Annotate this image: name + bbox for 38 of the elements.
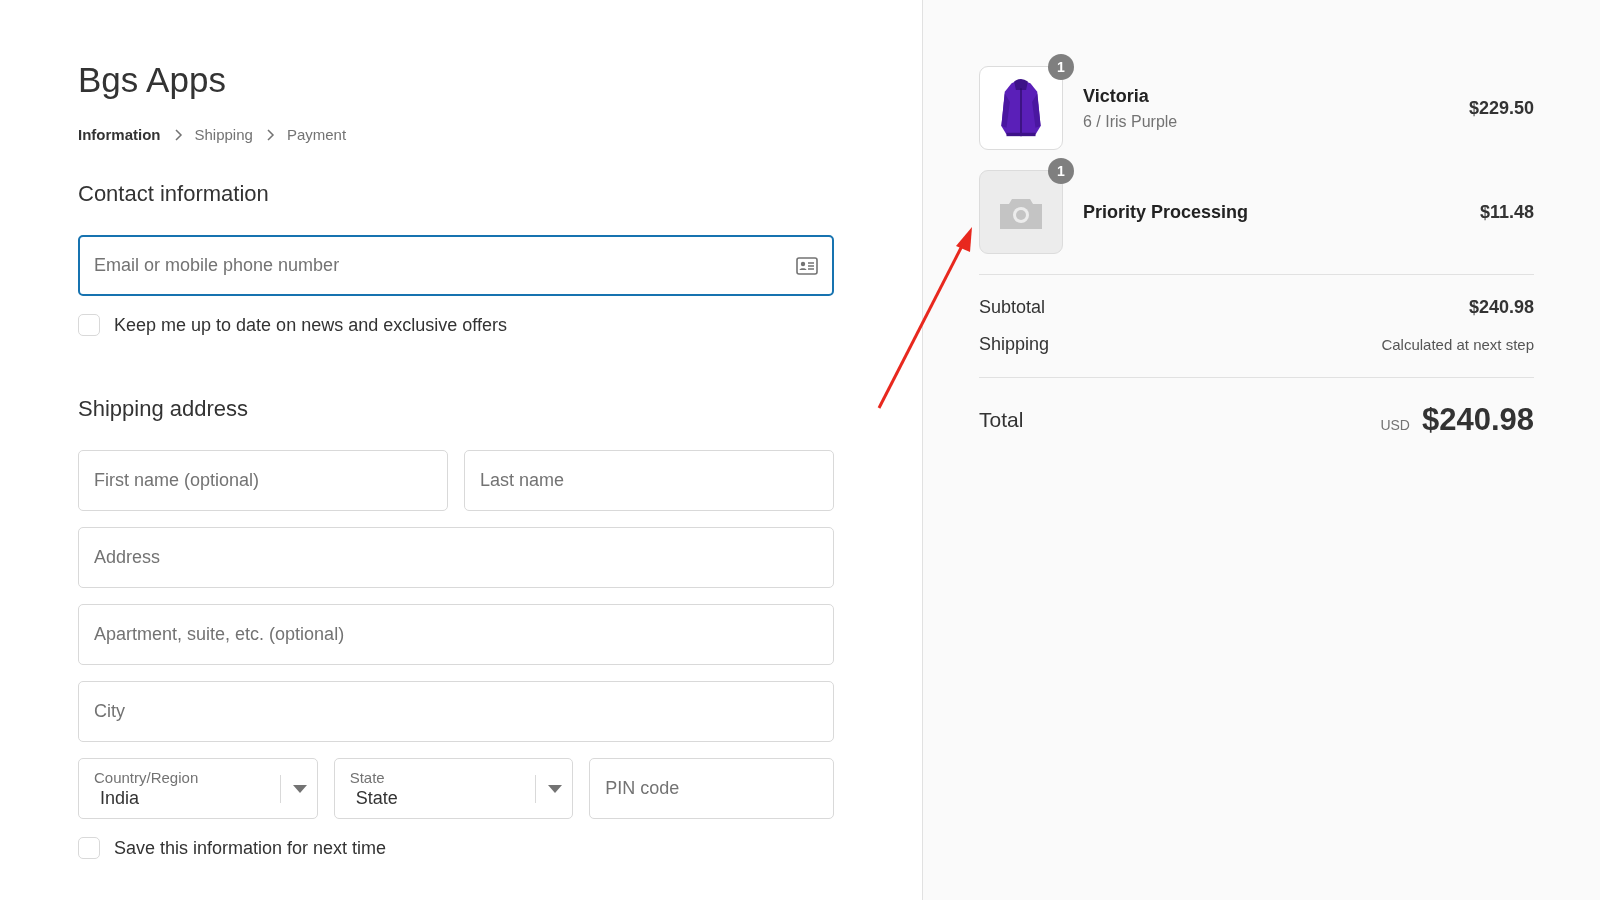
input-field[interactable]: Address: [78, 527, 834, 588]
chevron-icon: [172, 128, 183, 141]
chevron-icon: [264, 128, 275, 141]
currency-code: USD: [1380, 417, 1410, 433]
item-name: Priority Processing: [1083, 201, 1250, 223]
email-field[interactable]: Email or mobile phone number: [78, 235, 834, 296]
input-field[interactable]: Last name: [464, 450, 834, 511]
checkbox[interactable]: [78, 837, 100, 859]
breadcrumb-link[interactable]: Shipping: [194, 126, 253, 143]
shipping-value: Calculated at next step: [1381, 336, 1534, 353]
checkbox[interactable]: [78, 314, 100, 336]
contact-card-icon: [796, 256, 818, 275]
quantity-badge: 1: [1048, 158, 1074, 184]
store-name: Bgs Apps: [78, 60, 227, 100]
breadcrumb-link[interactable]: Payment: [286, 126, 347, 143]
caret-icon: [548, 784, 563, 793]
subtotal-label: Subtotal: [979, 297, 1046, 318]
section-heading: Contact information: [78, 181, 270, 207]
input-field[interactable]: Apartment, suite, etc. (optional): [78, 604, 834, 665]
item-variant: 6 / Iris Purple: [1083, 112, 1179, 131]
item-price: $229.50: [1468, 97, 1534, 119]
total-value: $240.98: [1421, 402, 1534, 438]
input-field[interactable]: First name (optional): [78, 450, 448, 511]
total-label: Total: [979, 408, 1024, 432]
dropdown[interactable]: Country/Region India: [78, 758, 318, 819]
input-field[interactable]: City: [78, 681, 834, 742]
shipping-label: Shipping: [979, 334, 1050, 355]
item-price: $11.48: [1479, 201, 1534, 223]
checkbox-label: Save this information for next time: [114, 837, 387, 859]
checkbox-label: Keep me up to date on news and exclusive offers: [114, 314, 507, 336]
breadcrumb-link[interactable]: Information: [78, 126, 161, 143]
caret-icon: [292, 784, 307, 793]
quantity-badge: 1: [1048, 54, 1074, 80]
item-name: Victoria: [1083, 85, 1150, 107]
input-field[interactable]: PIN code: [589, 758, 834, 819]
subtotal-value: $240.98: [1468, 297, 1534, 318]
dropdown[interactable]: State State: [333, 758, 574, 819]
section-heading: Shipping address: [78, 396, 249, 422]
